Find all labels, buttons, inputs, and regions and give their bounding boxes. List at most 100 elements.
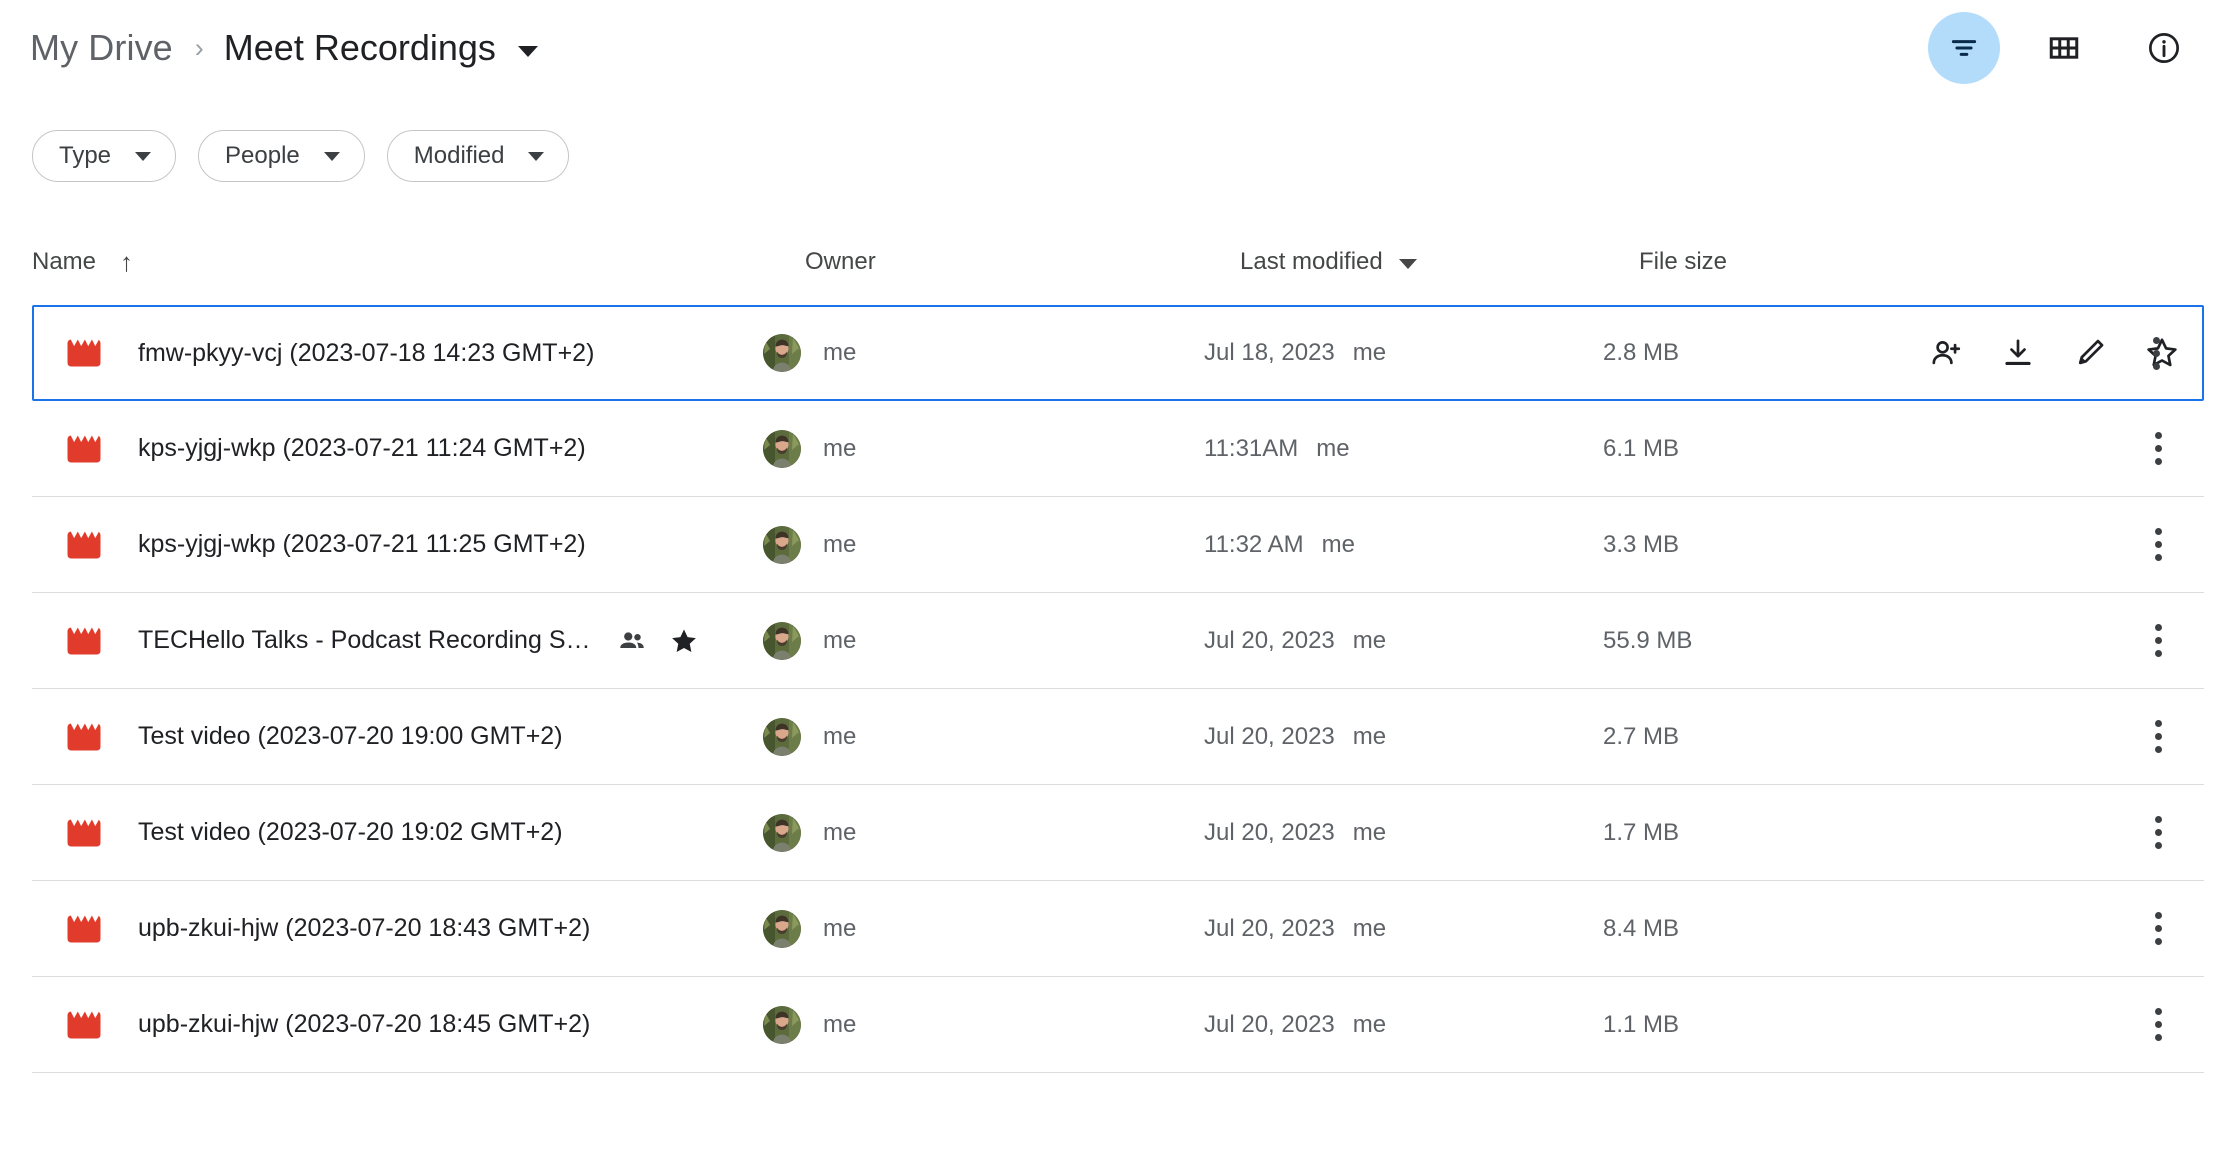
- more-options-button[interactable]: [2132, 307, 2180, 399]
- owner-label: me: [823, 1011, 856, 1039]
- file-name-label: kps-yjgj-wkp (2023-07-21 11:24 GMT+2): [138, 434, 586, 463]
- last-modified-by: me: [1353, 819, 1386, 847]
- file-name-label: fmw-pkyy-vcj (2023-07-18 14:23 GMT+2): [138, 339, 594, 368]
- file-size-label: 1.1 MB: [1603, 1011, 1679, 1039]
- avatar: [763, 526, 801, 564]
- video-file-icon: [66, 338, 102, 368]
- file-size-label: 55.9 MB: [1603, 627, 1692, 655]
- file-size-cell: 8.4 MB: [1603, 881, 1679, 976]
- edit-annotate-button[interactable]: [2066, 329, 2114, 377]
- video-file-icon: [66, 434, 102, 464]
- more-options-button[interactable]: [2134, 497, 2182, 592]
- more-options-icon: [2155, 720, 2162, 753]
- column-header-name-label: Name: [32, 248, 96, 276]
- chevron-down-icon[interactable]: [518, 46, 538, 57]
- file-name-cell: upb-zkui-hjw (2023-07-20 18:45 GMT+2): [66, 977, 590, 1072]
- video-file-icon: [66, 818, 102, 848]
- file-list: fmw-pkyy-vcj (2023-07-18 14:23 GMT+2)meJ…: [0, 305, 2236, 1073]
- chevron-down-icon: [528, 152, 544, 161]
- filter-chip-bar: Type People Modified: [32, 130, 569, 182]
- avatar: [763, 814, 801, 852]
- info-circle-icon: [2146, 30, 2182, 66]
- last-modified-date: Jul 20, 2023: [1204, 819, 1335, 847]
- file-name-label: upb-zkui-hjw (2023-07-20 18:43 GMT+2): [138, 914, 590, 943]
- file-size-cell: 1.7 MB: [1603, 785, 1679, 880]
- download-button[interactable]: [1994, 329, 2042, 377]
- column-header-name[interactable]: Name ↑: [32, 248, 133, 276]
- file-name-cell: kps-yjgj-wkp (2023-07-21 11:25 GMT+2): [66, 497, 586, 592]
- owner-cell: me: [763, 497, 856, 592]
- avatar: [763, 622, 801, 660]
- filter-chip-people[interactable]: People: [198, 130, 365, 182]
- download-icon: [2001, 336, 2035, 370]
- file-size-label: 6.1 MB: [1603, 435, 1679, 463]
- last-modified-date: 11:31AM: [1204, 435, 1298, 463]
- sort-ascending-icon: ↑: [120, 249, 133, 275]
- more-options-button[interactable]: [2134, 881, 2182, 976]
- edit-pen-icon: [2073, 336, 2107, 370]
- table-row[interactable]: upb-zkui-hjw (2023-07-20 18:43 GMT+2)meJ…: [32, 881, 2204, 977]
- filter-chip-type-label: Type: [59, 142, 111, 170]
- share-button[interactable]: [1922, 329, 1970, 377]
- grid-view-icon: [2047, 31, 2081, 65]
- table-row[interactable]: Test video (2023-07-20 19:02 GMT+2) me Jul…: [32, 785, 2204, 881]
- video-file-icon: [66, 1010, 102, 1040]
- more-options-icon: [2155, 432, 2162, 465]
- column-header-last-modified-label: Last modified: [1240, 248, 1383, 276]
- filter-chip-modified[interactable]: Modified: [387, 130, 570, 182]
- column-header-last-modified[interactable]: Last modified: [1240, 248, 1417, 276]
- last-modified-by: me: [1322, 531, 1355, 559]
- owner-label: me: [823, 531, 856, 559]
- more-options-button[interactable]: [2134, 593, 2182, 688]
- file-name-label: Test video (2023-07-20 19:00 GMT+2): [138, 722, 563, 751]
- column-header-file-size[interactable]: File size: [1639, 248, 1727, 276]
- last-modified-cell: Jul 18, 2023me: [1204, 307, 1386, 399]
- table-row[interactable]: kps-yjgj-wkp (2023-07-21 11:24 GMT+2) me 1…: [32, 401, 2204, 497]
- more-options-button[interactable]: [2134, 977, 2182, 1072]
- filter-list-icon: [1947, 31, 1981, 65]
- filter-chip-people-label: People: [225, 142, 300, 170]
- column-header-owner[interactable]: Owner: [805, 248, 876, 276]
- owner-label: me: [823, 627, 856, 655]
- breadcrumb-root-link[interactable]: My Drive: [30, 27, 173, 69]
- share-add-person-icon: [1929, 336, 1963, 370]
- file-name-cell: fmw-pkyy-vcj (2023-07-18 14:23 GMT+2): [66, 307, 594, 399]
- more-options-icon: [2155, 816, 2162, 849]
- avatar: [763, 334, 801, 372]
- file-size-label: 1.7 MB: [1603, 819, 1679, 847]
- top-bar: My Drive › Meet Recordings: [0, 0, 2236, 96]
- last-modified-by: me: [1353, 627, 1386, 655]
- file-name-label: TECHello Talks - Podcast Recording S…: [138, 626, 591, 655]
- last-modified-by: me: [1316, 435, 1349, 463]
- owner-cell: me: [763, 593, 856, 688]
- filter-list-button[interactable]: [1928, 12, 2000, 84]
- table-row[interactable]: kps-yjgj-wkp (2023-07-21 11:25 GMT+2)me1…: [32, 497, 2204, 593]
- details-info-button[interactable]: [2128, 12, 2200, 84]
- more-options-button[interactable]: [2134, 785, 2182, 880]
- table-row[interactable]: fmw-pkyy-vcj (2023-07-18 14:23 GMT+2)meJ…: [32, 305, 2204, 401]
- file-size-cell: 55.9 MB: [1603, 593, 1692, 688]
- grid-view-button[interactable]: [2028, 12, 2100, 84]
- owner-label: me: [823, 819, 856, 847]
- starred-icon: [669, 626, 699, 656]
- more-options-button[interactable]: [2134, 689, 2182, 784]
- more-options-button[interactable]: [2134, 401, 2182, 496]
- table-row[interactable]: TECHello Talks - Podcast Recording S…meJ…: [32, 593, 2204, 689]
- chevron-down-icon: [135, 152, 151, 161]
- last-modified-date: Jul 20, 2023: [1204, 1011, 1335, 1039]
- file-size-label: 8.4 MB: [1603, 915, 1679, 943]
- last-modified-cell: Jul 20, 2023me: [1204, 689, 1386, 784]
- table-row[interactable]: upb-zkui-hjw (2023-07-20 18:45 GMT+2) me J…: [32, 977, 2204, 1073]
- last-modified-by: me: [1353, 723, 1386, 751]
- file-name-cell: Test video (2023-07-20 19:02 GMT+2): [66, 785, 563, 880]
- filter-chip-type[interactable]: Type: [32, 130, 176, 182]
- column-header-owner-label: Owner: [805, 248, 876, 276]
- shared-people-icon: [617, 626, 647, 656]
- column-header-row: Name ↑ Owner Last modified File size: [0, 240, 2236, 302]
- file-name-cell: kps-yjgj-wkp (2023-07-21 11:24 GMT+2): [66, 401, 586, 496]
- breadcrumb-current-folder[interactable]: Meet Recordings: [224, 27, 496, 69]
- video-file-icon: [66, 530, 102, 560]
- file-name-cell: upb-zkui-hjw (2023-07-20 18:43 GMT+2): [66, 881, 590, 976]
- video-file-icon: [66, 626, 102, 656]
- table-row[interactable]: Test video (2023-07-20 19:00 GMT+2) meJul…: [32, 689, 2204, 785]
